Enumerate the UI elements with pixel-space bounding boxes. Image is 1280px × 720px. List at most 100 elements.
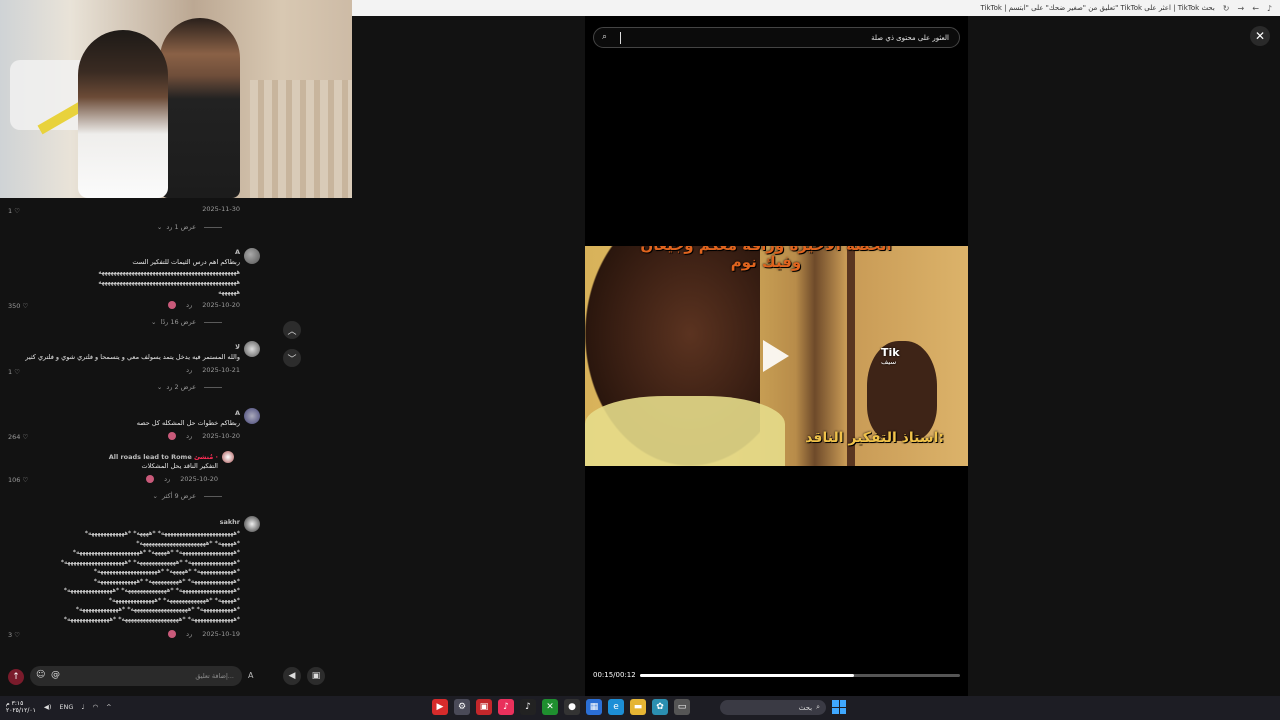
comments-panel: 2025-11-30 1 ♡ ⌄ عرض 1 رد A ربطاكم اهم د… [0,198,270,653]
comment-username[interactable]: A [235,248,240,256]
text-caret [620,32,621,44]
taskbar-search[interactable]: بحث ⌕ [720,700,826,715]
clock[interactable]: ٣:١٥ م ٢٠٢٥/١٢/٠١ [6,700,36,714]
watermark-username: سيف [881,358,897,366]
view-replies[interactable]: ⌄ عرض 9 أكثر [153,492,223,500]
search-icon: ⌕ [816,703,820,711]
comment-text: *هههههه* *هههههههههههههه* *ههههههههههههه… [108,595,241,604]
reload-icon[interactable]: ↻ [1223,4,1230,13]
news-app-icon[interactable]: ▣ [476,699,492,715]
like-count[interactable]: 1 ♡ [8,207,20,215]
search-input[interactable]: ⌕ العثور على محتوى ذي صلة [593,27,960,48]
edge-app-icon[interactable]: e [608,699,624,715]
comment-placeholder: إضافة تعليق... [195,672,234,680]
store-app-icon[interactable]: ▦ [586,699,602,715]
avatar[interactable] [244,408,260,424]
comment-input[interactable]: ☺ @ إضافة تعليق... [30,666,242,686]
author-like-icon [168,432,177,440]
creator-avatar[interactable] [222,451,234,463]
xbox-app-icon[interactable]: ✕ [542,699,558,715]
mention-icon[interactable]: @ [51,670,60,680]
comment-text-block: *ههههههههههههههههههههههههه* *ههههه* *ههه… [61,529,241,624]
reply-link[interactable]: رد [186,301,192,309]
screen: TikTok | تعليق من "صغير ضحك" على "ابتسم"… [0,0,1280,720]
comment-username[interactable]: A [235,409,240,417]
chevron-up-tray-icon[interactable]: ^ [106,703,111,711]
like-count[interactable]: 350 ♡ [8,302,28,310]
reply-link[interactable]: رد [186,366,192,374]
chevron-down-icon: ﹀ [287,354,297,365]
back-icon[interactable]: ← [1252,4,1259,13]
browser-tab-title[interactable]: TikTok | تعليق من "صغير ضحك" على "ابتسم"… [980,4,1214,12]
previous-video-button[interactable]: ︿ [283,321,301,339]
tiktok-app-icon[interactable]: ♪ [498,699,514,715]
shirt-shape [585,396,785,466]
view-replies[interactable]: ⌄ عرض 1 رد [157,223,222,231]
comment-username[interactable]: لا [235,343,240,351]
emoji-icon[interactable]: ☺ [36,670,45,680]
curtain-shape [250,80,352,198]
comment-text: *هههههههههههه* *هههههههههههههههههههه* *ه… [75,605,241,613]
volume-button[interactable]: ◀ [283,667,301,685]
window-app-icon[interactable]: ▭ [674,699,690,715]
like-count[interactable]: 3 ♡ [8,631,20,639]
browser-tab-strip: TikTok | تعليق من "صغير ضحك" على "ابتسم"… [352,0,1280,16]
comment-text: ربطاكم اهم درس الثيمات للتفكير الست [132,258,240,266]
search-icon[interactable]: ⌕ [602,32,607,42]
explorer-app-icon[interactable]: ▬ [630,699,646,715]
reply-link[interactable]: رد [164,475,170,483]
comment-meta: رد 2025-10-19 [168,630,240,638]
photos-app-icon[interactable]: ✿ [652,699,668,715]
view-replies[interactable]: ⌄ عرض 2 رد [157,383,222,391]
avatar[interactable] [244,516,260,532]
network-tray-icon[interactable]: ◠ [92,703,98,711]
comment-username[interactable]: sakhr [220,518,240,526]
volume-tray-icon[interactable]: ◀) [44,703,52,711]
video-player[interactable]: ⌕ العثور على محتوى ذي صلة الحصه الاخيرة … [585,16,968,696]
tiktok-active-icon[interactable]: ♪ [520,699,536,715]
comment-username[interactable]: All roads lead to Rome مُنشئ · [109,453,218,461]
caption-top: الحصه الاخيرة وزاقه معكم وجيعان وفيك نوم [640,246,891,271]
comment-text: *ههههههههههههههههههه* *ههههههههههههههه* … [63,586,241,594]
seek-bar[interactable] [640,674,960,677]
comment-text: والله المستمر فيه يدخل يتمد يسولف معي و … [25,353,240,361]
taskbar: ٣:١٥ م ٢٠٢٥/١٢/٠١ ◀) ENG ♩ ◠ ^ ▶ ⚙ ▣ ♪ ♪ ✕ ● ▦ e… [0,696,1280,720]
like-count[interactable]: 1 ♡ [8,368,20,376]
comment-meta: رد 2025-10-20 [146,475,218,483]
youtube-app-icon[interactable]: ▶ [432,699,448,715]
mic-tray-icon[interactable]: ♩ [81,703,84,711]
play-icon[interactable] [763,340,789,372]
language-indicator[interactable]: ENG [59,703,73,711]
comment-text: *ههههههههههههههههههههههههه* *ههههه* *ههه… [84,529,241,537]
avatar[interactable] [244,341,260,357]
windows-start-icon[interactable] [832,700,846,714]
taskbar-search-label: بحث [798,703,813,712]
forward-icon[interactable]: → [1237,4,1244,13]
next-video-button[interactable]: ﹀ [283,349,301,367]
pip-button[interactable]: ▣ [307,667,325,685]
view-replies[interactable]: ⌄ عرض 16 ردًا [151,318,222,326]
comment-meta: رد 2025-10-21 [186,366,240,374]
taskbar-apps: ▶ ⚙ ▣ ♪ ♪ ✕ ● ▦ e ▬ ✿ ▭ [432,699,690,715]
seek-bar-fill [640,674,855,677]
webcam-overlay [0,0,352,198]
translate-icon[interactable]: A [248,671,253,680]
obs-app-icon[interactable]: ● [564,699,580,715]
like-count[interactable]: 264 ♡ [8,433,28,441]
comment-text: ربطاكم خطوات حل المشكله كل حصه [136,419,240,427]
close-button[interactable]: ✕ [1250,26,1270,46]
avatar[interactable] [244,248,260,264]
reply-link[interactable]: رد [186,630,192,638]
speaker-icon: ◀ [288,671,296,681]
settings-app-icon[interactable]: ⚙ [454,699,470,715]
like-count[interactable]: 106 ♡ [8,476,28,484]
picture-in-picture-icon: ▣ [311,671,321,681]
send-icon[interactable]: ↑ [8,669,24,685]
reply-link[interactable]: رد [186,432,192,440]
comment-text: *ههههههههههههههه* *ههههههههههه* *ههههههه… [93,576,241,585]
playback-bar: 00:15/00:12 [593,668,960,682]
comment-text: *ههههههههههههههه* *هههههههههههههههههههه*… [63,614,241,623]
system-tray: ٣:١٥ م ٢٠٢٥/١٢/٠١ ◀) ENG ♩ ◠ ^ [6,700,112,714]
video-frame[interactable]: الحصه الاخيرة وزاقه معكم وجيعان وفيك نوم… [585,246,968,466]
caption-bottom: استاذ التفكير الناقد: [805,430,944,446]
